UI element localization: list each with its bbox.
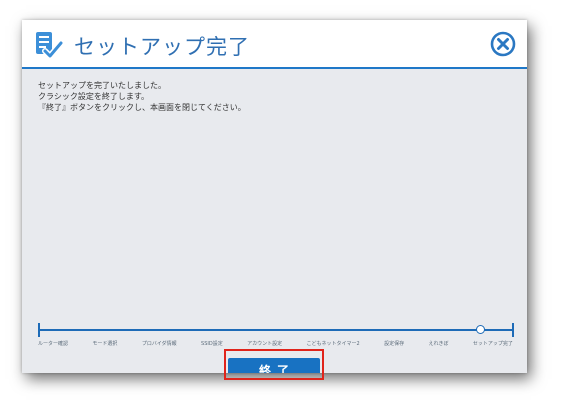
step-kids-net-timer: こどもネットタイマー2 xyxy=(306,341,360,347)
completion-message: セットアップを完了いたしました。 クラシック設定を終了します。 『終了』ボタンを… xyxy=(38,80,246,113)
message-line: 『終了』ボタンをクリックし、本画面を閉じてください。 xyxy=(38,103,246,112)
step-router-check: ルーター確認 xyxy=(38,341,69,347)
step-mode-select: モード選択 xyxy=(92,341,118,347)
progress-track xyxy=(39,329,514,331)
step-erekibo: えれきぼ xyxy=(428,341,449,347)
progress-end-cap xyxy=(512,323,514,337)
progress-start-cap xyxy=(38,323,40,337)
current-step-marker xyxy=(476,325,485,334)
progress-step-labels: ルーター確認 モード選択 プロバイダ情報 SSID設定 アカウント設定 こどもネ… xyxy=(38,340,513,347)
step-account-settings: アカウント設定 xyxy=(247,341,283,347)
setup-complete-dialog: セットアップ完了 セットアップを完了いたしました。 クラシック設定を終了します。… xyxy=(22,20,527,373)
message-line: セットアップを完了いたしました。 xyxy=(38,81,166,90)
close-icon[interactable] xyxy=(490,31,516,57)
step-save-settings: 設定保存 xyxy=(384,341,405,347)
step-provider-info: プロバイダ情報 xyxy=(141,341,177,347)
message-line: クラシック設定を終了します。 xyxy=(38,92,150,101)
step-setup-complete: セットアップ完了 xyxy=(472,341,513,347)
finish-button[interactable]: 終了 xyxy=(228,358,320,373)
checklist-icon xyxy=(36,32,63,59)
setup-progress-bar: ルーター確認 モード選択 プロバイダ情報 SSID設定 アカウント設定 こどもネ… xyxy=(22,320,527,350)
dialog-header: セットアップ完了 xyxy=(22,20,527,69)
dialog-title: セットアップ完了 xyxy=(74,35,250,59)
step-ssid-settings: SSID設定 xyxy=(201,341,223,347)
